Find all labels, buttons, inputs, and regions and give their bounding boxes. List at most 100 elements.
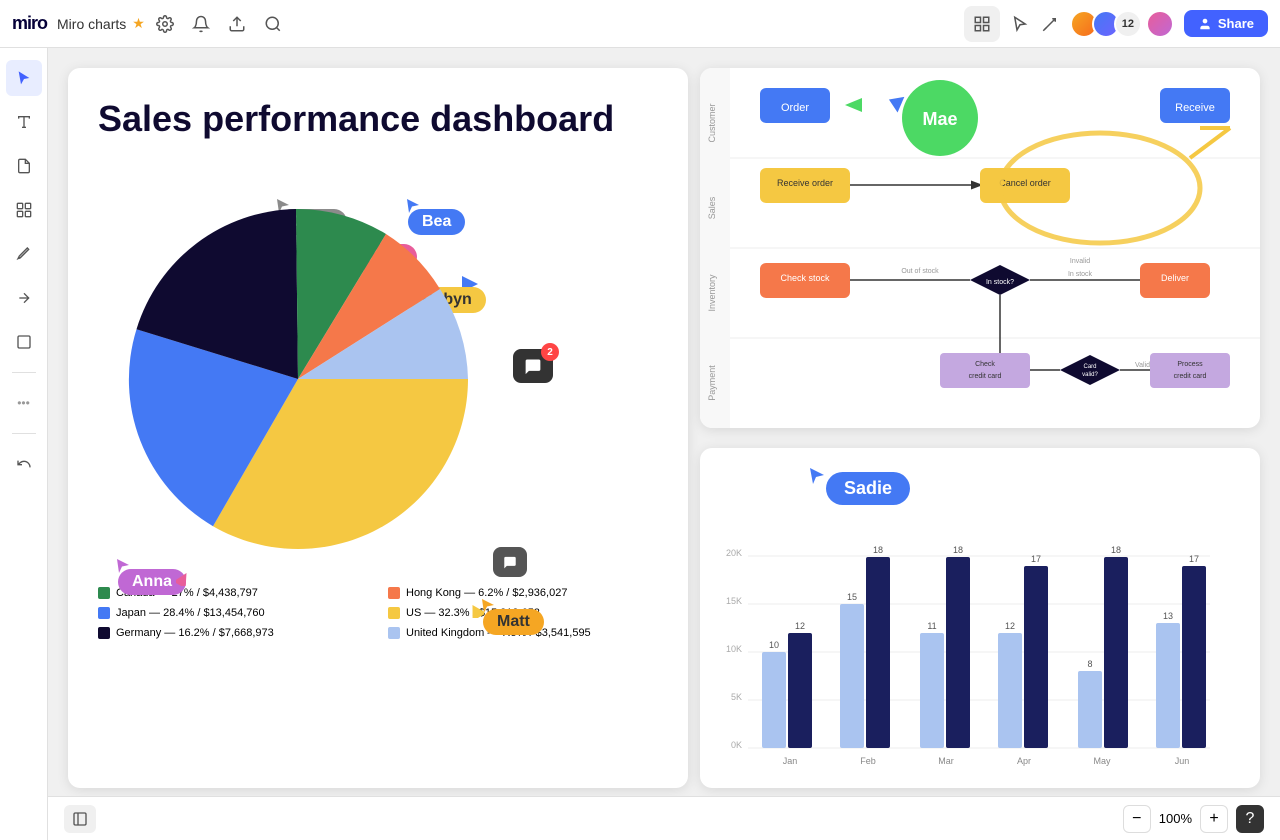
zoom-in-button[interactable]: +: [1200, 805, 1228, 833]
svg-text:12: 12: [795, 621, 805, 631]
toolbar-divider: [12, 372, 36, 373]
bottombar: − 100% + ?: [48, 796, 1280, 840]
search-icon[interactable]: [263, 14, 283, 34]
board-title[interactable]: Miro charts ★: [57, 15, 145, 32]
topbar-right: 12 Share: [964, 6, 1268, 42]
barchart-panel: Sadie 0K 5K 10K 15K 20K 10 12 Jan: [700, 448, 1260, 788]
toolbar-divider-2: [12, 433, 36, 434]
svg-text:17: 17: [1031, 554, 1041, 564]
svg-text:Invalid: Invalid: [1070, 258, 1090, 265]
settings-icon[interactable]: [155, 14, 175, 34]
flowchart-svg: Customer Sales Inventory Payment Order R…: [700, 68, 1260, 428]
board-title-text: Miro charts: [57, 16, 126, 32]
svg-text:Apr: Apr: [1017, 756, 1031, 766]
svg-text:Jun: Jun: [1175, 756, 1190, 766]
svg-text:credit card: credit card: [969, 373, 1002, 380]
notifications-icon[interactable]: [191, 14, 211, 34]
undo-tool[interactable]: [6, 446, 42, 482]
chat-bubble-2[interactable]: [493, 547, 527, 577]
cursor-tool[interactable]: [6, 60, 42, 96]
svg-text:In stock?: In stock?: [986, 279, 1014, 286]
svg-text:May: May: [1093, 756, 1111, 766]
svg-text:Customer: Customer: [707, 103, 717, 142]
cursor-select-icon[interactable]: [1010, 14, 1030, 34]
main-area: ••• Sales performance dashboard Chris Ch…: [0, 48, 1280, 840]
upload-icon[interactable]: [227, 14, 247, 34]
chat-badge: 2: [541, 343, 559, 361]
legend-dot-germany: [98, 627, 110, 639]
legend-hongkong: Hong Kong — 6.2% / $2,936,027: [388, 587, 658, 599]
share-button[interactable]: Share: [1184, 10, 1268, 37]
svg-text:Sales: Sales: [707, 196, 717, 219]
pie-chart: [128, 209, 468, 549]
zoom-controls: − 100% + ?: [1123, 805, 1264, 833]
svg-text:18: 18: [1111, 545, 1121, 555]
svg-text:Process: Process: [1177, 361, 1203, 368]
flowchart-panel: Customer Sales Inventory Payment Order R…: [700, 68, 1260, 428]
share-label: Share: [1218, 16, 1254, 31]
svg-text:15: 15: [847, 592, 857, 602]
legend-germany: Germany — 16.2% / $7,668,973: [98, 627, 368, 639]
svg-text:Check: Check: [975, 361, 995, 368]
svg-text:5K: 5K: [731, 692, 742, 702]
svg-text:10K: 10K: [726, 644, 742, 654]
avatar-count: 12: [1114, 10, 1142, 38]
svg-text:Payment: Payment: [707, 365, 717, 401]
svg-text:Valid: Valid: [1135, 362, 1150, 369]
svg-text:Order: Order: [781, 102, 809, 114]
connector-tool[interactable]: [6, 192, 42, 228]
svg-text:18: 18: [873, 545, 883, 555]
sales-dashboard-panel: Sales performance dashboard Chris Chris …: [68, 68, 688, 788]
legend-japan: Japan — 28.4% / $13,454,760: [98, 607, 368, 619]
grid-view-icon[interactable]: [964, 6, 1000, 42]
more-tools[interactable]: •••: [6, 385, 42, 421]
chat-bubble-1[interactable]: 2: [513, 349, 553, 383]
svg-text:Mar: Mar: [938, 756, 954, 766]
canvas[interactable]: Sales performance dashboard Chris Chris …: [48, 48, 1280, 840]
topbar-left: miro Miro charts ★: [12, 13, 952, 34]
svg-text:0K: 0K: [731, 740, 742, 750]
frame-tool[interactable]: [6, 324, 42, 360]
avatar-3: [1146, 10, 1174, 38]
arrow-tool[interactable]: [6, 280, 42, 316]
legend-dot-us: [388, 607, 400, 619]
svg-text:12: 12: [1005, 621, 1015, 631]
legend-label-germany: Germany — 16.2% / $7,668,973: [116, 627, 274, 639]
svg-text:Jan: Jan: [783, 756, 798, 766]
toolbar: •••: [0, 48, 48, 840]
svg-text:20K: 20K: [726, 548, 742, 558]
svg-text:valid?: valid?: [1082, 372, 1098, 378]
legend-dot-hongkong: [388, 587, 400, 599]
svg-text:Check stock: Check stock: [780, 273, 830, 283]
svg-text:Receive order: Receive order: [777, 178, 833, 188]
svg-text:Deliver: Deliver: [1161, 273, 1189, 283]
svg-text:In stock: In stock: [1068, 271, 1093, 278]
svg-text:10: 10: [769, 640, 779, 650]
zoom-level: 100%: [1159, 811, 1192, 826]
dashboard-title: Sales performance dashboard: [98, 98, 658, 139]
bar-chart-svg: 0K 5K 10K 15K 20K 10 12 Jan 15: [720, 508, 1220, 768]
pen-tool[interactable]: [6, 236, 42, 272]
help-button[interactable]: ?: [1236, 805, 1264, 833]
magic-wand-icon[interactable]: [1040, 14, 1060, 34]
legend-dot-uk: [388, 627, 400, 639]
topbar: miro Miro charts ★: [0, 0, 1280, 48]
svg-text:Cancel order: Cancel order: [999, 178, 1051, 188]
topbar-icons: [155, 14, 283, 34]
legend-dot-japan: [98, 607, 110, 619]
svg-text:Inventory: Inventory: [707, 274, 717, 312]
svg-text:Out of stock: Out of stock: [901, 268, 939, 275]
star-icon[interactable]: ★: [132, 15, 145, 32]
svg-text:credit card: credit card: [1174, 373, 1207, 380]
svg-text:Feb: Feb: [860, 756, 876, 766]
svg-text:Card: Card: [1083, 364, 1096, 370]
text-tool[interactable]: [6, 104, 42, 140]
zoom-out-button[interactable]: −: [1123, 805, 1151, 833]
legend-dot-canada: [98, 587, 110, 599]
svg-text:18: 18: [953, 545, 963, 555]
miro-logo: miro: [12, 13, 47, 34]
panel-toggle[interactable]: [64, 805, 96, 833]
sticky-note-tool[interactable]: [6, 148, 42, 184]
avatar-group: 12: [1070, 10, 1174, 38]
pie-legend: Canada — 27% / $4,438,797 Hong Kong — 6.…: [98, 587, 658, 639]
